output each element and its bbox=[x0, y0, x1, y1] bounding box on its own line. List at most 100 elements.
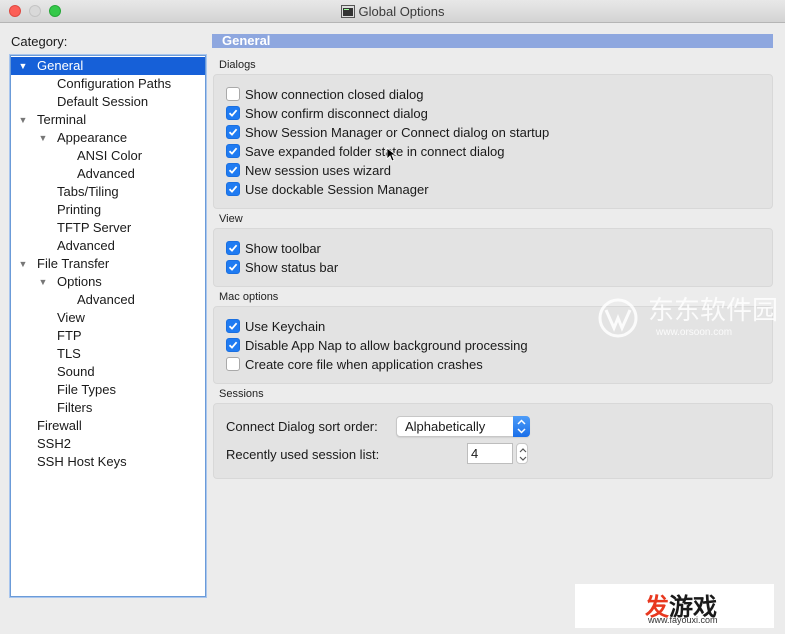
checkbox-checked[interactable] bbox=[226, 319, 240, 333]
checkmark-icon bbox=[228, 166, 238, 174]
tree-item[interactable]: ANSI Color bbox=[11, 147, 205, 165]
checkmark-icon bbox=[228, 128, 238, 136]
recent-sessions-input[interactable]: 4 bbox=[467, 443, 513, 464]
checkbox-unchecked[interactable] bbox=[226, 357, 240, 371]
app-icon bbox=[340, 4, 355, 18]
sessions-group bbox=[213, 403, 773, 479]
tree-item[interactable]: Sound bbox=[11, 363, 205, 381]
tree-item[interactable]: Advanced bbox=[11, 291, 205, 309]
tree-item-label: Appearance bbox=[57, 130, 128, 145]
tree-item[interactable]: ▼ Terminal bbox=[11, 111, 205, 129]
checkbox-row[interactable]: Use Keychain bbox=[226, 317, 325, 335]
sort-order-value: Alphabetically bbox=[405, 419, 486, 434]
orsoon-watermark: 东东软件园 www.orsoon.com bbox=[596, 296, 785, 340]
recent-sessions-stepper[interactable] bbox=[516, 443, 528, 464]
tree-item-label: Advanced bbox=[57, 238, 115, 253]
category-tree[interactable]: ▼ General Configuration Paths Default Sessi… bbox=[10, 55, 206, 597]
tree-item-label: Advanced bbox=[77, 292, 135, 307]
tree-item[interactable]: FTP bbox=[11, 327, 205, 345]
sort-order-select[interactable]: Alphabetically bbox=[396, 416, 530, 437]
checkmark-icon bbox=[228, 244, 238, 252]
tree-item[interactable]: SSH Host Keys bbox=[11, 453, 205, 471]
checkbox-row[interactable]: Show confirm disconnect dialog bbox=[226, 104, 428, 122]
tree-item-label: Configuration Paths bbox=[57, 76, 172, 91]
tree-item-label: Printing bbox=[57, 202, 102, 217]
tree-item[interactable]: SSH2 bbox=[11, 435, 205, 453]
tree-item[interactable]: Advanced bbox=[11, 237, 205, 255]
disclosure-triangle-icon[interactable]: ▼ bbox=[18, 255, 28, 273]
checkbox-checked[interactable] bbox=[226, 182, 240, 196]
tree-item-label: Options bbox=[57, 274, 102, 289]
tree-item-label: File Transfer bbox=[37, 256, 110, 271]
tree-item[interactable]: ▼ Options bbox=[11, 273, 205, 291]
checkbox-row[interactable]: Show status bar bbox=[226, 258, 338, 276]
tree-item[interactable]: Default Session bbox=[11, 93, 205, 111]
checkmark-icon bbox=[228, 185, 238, 193]
tree-item[interactable]: Tabs/Tiling bbox=[11, 183, 205, 201]
tree-item[interactable]: Configuration Paths bbox=[11, 75, 205, 93]
tree-item-label: ANSI Color bbox=[77, 148, 143, 163]
checkbox-unchecked[interactable] bbox=[226, 87, 240, 101]
disclosure-triangle-icon[interactable]: ▼ bbox=[38, 129, 48, 147]
checkbox-checked[interactable] bbox=[226, 260, 240, 274]
checkbox-label: Create core file when application crashe… bbox=[245, 356, 483, 372]
tree-item-label: General bbox=[37, 58, 84, 73]
tree-item[interactable]: File Types bbox=[11, 381, 205, 399]
mac-options-section-title: Mac options bbox=[219, 291, 279, 303]
checkbox-row[interactable]: Save expanded folder state in connect di… bbox=[226, 142, 504, 160]
tree-item[interactable]: ▼ File Transfer bbox=[11, 255, 205, 273]
checkmark-icon bbox=[228, 322, 238, 330]
tree-item-label: Default Session bbox=[57, 94, 149, 109]
checkbox-label: Save expanded folder state in connect di… bbox=[245, 143, 505, 159]
tree-item[interactable]: Printing bbox=[11, 201, 205, 219]
checkbox-row[interactable]: Use dockable Session Manager bbox=[226, 180, 429, 198]
mouse-cursor-icon bbox=[386, 147, 396, 162]
checkbox-row[interactable]: Show Session Manager or Connect dialog o… bbox=[226, 123, 549, 141]
tree-item-label: Filters bbox=[57, 400, 93, 415]
tree-item[interactable]: View bbox=[11, 309, 205, 327]
tree-item[interactable]: TLS bbox=[11, 345, 205, 363]
tree-item-label: View bbox=[57, 310, 85, 325]
tree-item[interactable]: ▼ Appearance bbox=[11, 129, 205, 147]
checkbox-label: New session uses wizard bbox=[245, 162, 391, 178]
view-section-title: View bbox=[219, 213, 243, 225]
tree-item-label: Firewall bbox=[37, 418, 82, 433]
checkmark-icon bbox=[228, 109, 238, 117]
checkbox-checked[interactable] bbox=[226, 163, 240, 177]
disclosure-triangle-icon[interactable]: ▼ bbox=[18, 111, 28, 129]
checkbox-label: Show confirm disconnect dialog bbox=[245, 105, 428, 121]
checkbox-label: Show Session Manager or Connect dialog o… bbox=[245, 124, 550, 140]
tree-item-label: Sound bbox=[57, 364, 95, 379]
tree-item-label: Advanced bbox=[77, 166, 135, 181]
checkbox-row[interactable]: New session uses wizard bbox=[226, 161, 391, 179]
orsoon-text: 东东软件园 bbox=[648, 295, 779, 325]
tree-item[interactable]: TFTP Server bbox=[11, 219, 205, 237]
checkbox-label: Use dockable Session Manager bbox=[245, 181, 429, 197]
sort-order-label: Connect Dialog sort order: bbox=[226, 419, 378, 434]
tree-item[interactable]: Advanced bbox=[11, 165, 205, 183]
tree-item[interactable]: ▼ General bbox=[11, 57, 205, 75]
checkbox-row[interactable]: Show toolbar bbox=[226, 239, 321, 257]
fayouxi-url: www.fayouxi.com bbox=[648, 615, 718, 625]
title-bar: Global Options bbox=[0, 0, 785, 23]
checkbox-checked[interactable] bbox=[226, 241, 240, 255]
tree-item[interactable]: Firewall bbox=[11, 417, 205, 435]
tree-item-label: TLS bbox=[57, 346, 81, 361]
checkmark-icon bbox=[228, 147, 238, 155]
checkbox-checked[interactable] bbox=[226, 125, 240, 139]
tree-item-label: SSH Host Keys bbox=[37, 454, 127, 469]
checkbox-row[interactable]: Disable App Nap to allow background proc… bbox=[226, 336, 528, 354]
checkbox-label: Show connection closed dialog bbox=[245, 86, 424, 102]
checkbox-row[interactable]: Show connection closed dialog bbox=[226, 85, 424, 103]
checkbox-checked[interactable] bbox=[226, 338, 240, 352]
tree-item-label: SSH2 bbox=[37, 436, 71, 451]
disclosure-triangle-icon[interactable]: ▼ bbox=[18, 57, 28, 75]
checkbox-checked[interactable] bbox=[226, 144, 240, 158]
checkbox-row[interactable]: Create core file when application crashe… bbox=[226, 355, 483, 373]
fayouxi-watermark: 发游戏 www.fayouxi.com bbox=[575, 584, 774, 628]
tree-item[interactable]: Filters bbox=[11, 399, 205, 417]
sessions-section-title: Sessions bbox=[219, 388, 264, 400]
checkbox-checked[interactable] bbox=[226, 106, 240, 120]
tree-item-label: FTP bbox=[57, 328, 82, 343]
disclosure-triangle-icon[interactable]: ▼ bbox=[38, 273, 48, 291]
